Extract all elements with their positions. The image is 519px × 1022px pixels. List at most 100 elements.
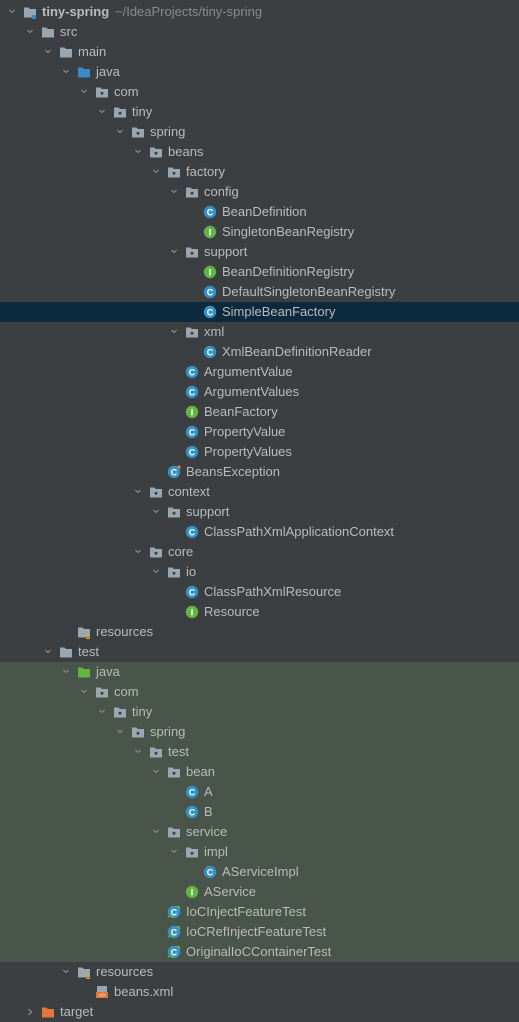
chevron-down-icon[interactable]: ⌄ <box>78 81 90 102</box>
chevron-down-icon[interactable]: ⌄ <box>150 501 162 522</box>
chevron-down-icon[interactable]: ⌄ <box>42 641 54 662</box>
tree-node-beandefinitionregistry[interactable]: I BeanDefinitionRegistry <box>0 262 519 282</box>
tree-node-a[interactable]: CA <box>0 782 519 802</box>
chevron-down-icon[interactable]: ⌄ <box>60 61 72 82</box>
tree-node-config[interactable]: ⌄ config <box>0 181 519 202</box>
tree-node-resources[interactable]: resources <box>0 622 519 642</box>
tree-node-beandefinition[interactable]: C BeanDefinition <box>0 202 519 222</box>
tree-node-java[interactable]: ⌄ java <box>0 61 519 82</box>
tree-node-impl[interactable]: ⌄ impl <box>0 841 519 862</box>
chevron-down-icon[interactable]: ⌄ <box>150 761 162 782</box>
tree-node-propertyvalues[interactable]: C PropertyValues <box>0 442 519 462</box>
chevron-down-icon[interactable]: ⌄ <box>150 561 162 582</box>
chevron-down-icon[interactable]: ⌄ <box>132 141 144 162</box>
interface-icon: I <box>203 265 217 279</box>
svg-text:C: C <box>189 787 196 797</box>
tree-node-support[interactable]: ⌄ support <box>0 241 519 262</box>
tree-node-singletonbeanregistry[interactable]: I SingletonBeanRegistry <box>0 222 519 242</box>
tree-node-propertyvalue[interactable]: C PropertyValue <box>0 422 519 442</box>
tree-node-label: main <box>78 44 107 59</box>
tree-node-iocinjectfeaturetest[interactable]: C IoCInjectFeatureTest <box>0 902 519 922</box>
chevron-down-icon[interactable]: ⌄ <box>168 321 180 342</box>
package-icon <box>185 325 199 339</box>
tree-node-factory[interactable]: ⌄ factory <box>0 161 519 182</box>
package-icon <box>185 245 199 259</box>
package-icon <box>95 685 109 699</box>
tree-node-beans-xml[interactable]: </> beans.xml <box>0 982 519 1002</box>
class-icon: C <box>185 585 199 599</box>
tree-node-originalioccontainertest[interactable]: C OriginalIoCContainerTest <box>0 942 519 962</box>
tree-node-bean[interactable]: ⌄ bean <box>0 761 519 782</box>
chevron-down-icon[interactable]: ⌄ <box>42 41 54 62</box>
tree-node-argumentvalues[interactable]: C ArgumentValues <box>0 382 519 402</box>
tree-node-iocrefinjectfeaturetest[interactable]: C IoCRefInjectFeatureTest <box>0 922 519 942</box>
chevron-right-icon[interactable]: › <box>24 1002 36 1022</box>
tree-node-spring[interactable]: ⌄ spring <box>0 121 519 142</box>
class-icon: C <box>203 345 217 359</box>
tree-node-test[interactable]: ⌄ test <box>0 741 519 762</box>
tree-node-target[interactable]: › target <box>0 1002 519 1022</box>
class-icon: C <box>185 445 199 459</box>
chevron-down-icon[interactable]: ⌄ <box>96 101 108 122</box>
chevron-down-icon[interactable]: ⌄ <box>150 821 162 842</box>
tree-node-label: context <box>168 484 210 499</box>
package-icon <box>95 85 109 99</box>
chevron-down-icon[interactable]: ⌄ <box>6 1 18 22</box>
tree-node-src[interactable]: ⌄ src <box>0 21 519 42</box>
tree-node-support[interactable]: ⌄ support <box>0 501 519 522</box>
tree-node-xml[interactable]: ⌄ xml <box>0 321 519 342</box>
tree-node-java[interactable]: ⌄ java <box>0 661 519 682</box>
tree-node-beansexception[interactable]: C BeansException <box>0 462 519 482</box>
chevron-down-icon[interactable]: ⌄ <box>96 701 108 722</box>
tree-node-aserviceimpl[interactable]: C AServiceImpl <box>0 862 519 882</box>
chevron-down-icon[interactable]: ⌄ <box>168 841 180 862</box>
tree-node-resources[interactable]: ⌄ resources <box>0 961 519 982</box>
tree-node-label: tiny <box>132 704 153 719</box>
svg-text:I: I <box>191 607 194 617</box>
tree-node-aservice[interactable]: I AService <box>0 882 519 902</box>
svg-text:C: C <box>207 287 214 297</box>
tree-node-beans[interactable]: ⌄ beans <box>0 141 519 162</box>
tree-node-test[interactable]: ⌄ test <box>0 641 519 662</box>
interface-icon: I <box>203 225 217 239</box>
chevron-down-icon[interactable]: ⌄ <box>150 161 162 182</box>
tree-node-label: tiny-spring <box>42 4 110 19</box>
tree-node-resource[interactable]: I Resource <box>0 602 519 622</box>
tree-node-xmlbeandefinitionreader[interactable]: C XmlBeanDefinitionReader <box>0 342 519 362</box>
tree-node-beanfactory[interactable]: I BeanFactory <box>0 402 519 422</box>
tree-node-classpathxmlapplicationcontext[interactable]: C ClassPathXmlApplicationContext <box>0 522 519 542</box>
tree-node-classpathxmlresource[interactable]: C ClassPathXmlResource <box>0 582 519 602</box>
chevron-down-icon[interactable]: ⌄ <box>114 121 126 142</box>
interface-icon: I <box>185 885 199 899</box>
tree-node-com[interactable]: ⌄ com <box>0 681 519 702</box>
tree-node-tiny[interactable]: ⌄ tiny <box>0 701 519 722</box>
chevron-down-icon[interactable]: ⌄ <box>60 961 72 982</box>
package-icon <box>131 725 145 739</box>
tree-node-label: java <box>96 664 120 679</box>
chevron-down-icon[interactable]: ⌄ <box>132 481 144 502</box>
chevron-down-icon[interactable]: ⌄ <box>132 541 144 562</box>
chevron-down-icon[interactable]: ⌄ <box>60 661 72 682</box>
tree-node-b[interactable]: CB <box>0 802 519 822</box>
chevron-down-icon[interactable]: ⌄ <box>24 21 36 42</box>
tree-node-defaultsingletonbeanregistry[interactable]: C DefaultSingletonBeanRegistry <box>0 282 519 302</box>
tree-node-service[interactable]: ⌄ service <box>0 821 519 842</box>
tree-node-argumentvalue[interactable]: C ArgumentValue <box>0 362 519 382</box>
tree-node-io[interactable]: ⌄ io <box>0 561 519 582</box>
tree-node-core[interactable]: ⌄ core <box>0 541 519 562</box>
chevron-down-icon[interactable]: ⌄ <box>168 181 180 202</box>
chevron-down-icon[interactable]: ⌄ <box>168 241 180 262</box>
tree-node-simplebeanfactory[interactable]: C SimpleBeanFactory <box>0 302 519 322</box>
chevron-down-icon[interactable]: ⌄ <box>132 741 144 762</box>
chevron-down-icon[interactable]: ⌄ <box>114 721 126 742</box>
tree-node-label: beans.xml <box>114 984 174 999</box>
tree-node-tiny[interactable]: ⌄ tiny <box>0 101 519 122</box>
tree-node-tiny-spring[interactable]: ⌄ tiny-spring ~/IdeaProjects/tiny-spring <box>0 1 519 22</box>
tree-node-main[interactable]: ⌄ main <box>0 41 519 62</box>
tree-node-label: resources <box>96 624 154 639</box>
tree-node-spring[interactable]: ⌄ spring <box>0 721 519 742</box>
chevron-down-icon[interactable]: ⌄ <box>78 681 90 702</box>
tree-node-com[interactable]: ⌄ com <box>0 81 519 102</box>
class-icon: C <box>185 525 199 539</box>
tree-node-context[interactable]: ⌄ context <box>0 481 519 502</box>
